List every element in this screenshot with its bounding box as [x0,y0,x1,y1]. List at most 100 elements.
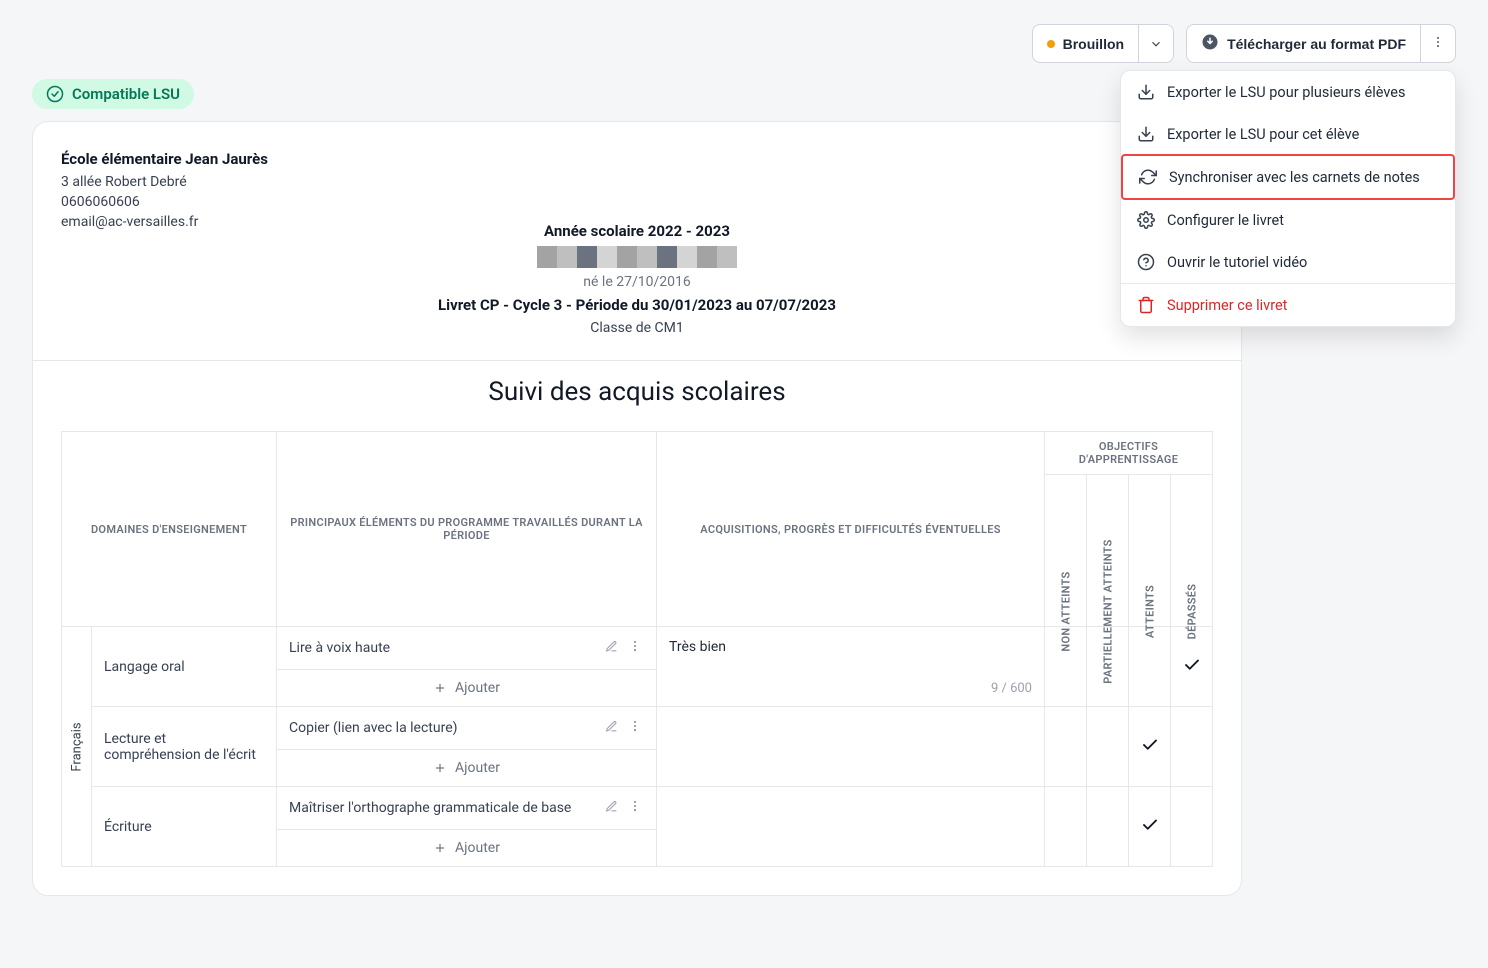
domain-label: Français [62,627,92,867]
add-element-button[interactable]: Ajouter [277,750,656,786]
lsu-badge: Compatible LSU [32,79,194,109]
obj-cell-3[interactable] [1129,787,1171,867]
download-pdf-button[interactable]: Télécharger au format PDF [1186,24,1421,63]
actions-dropdown: Exporter le LSU pour plusieurs élèves Ex… [1120,70,1456,327]
trash-icon [1137,296,1155,314]
char-count: 9 / 600 [991,681,1032,696]
separator [33,360,1241,361]
status-label: Brouillon [1063,36,1124,52]
element-item[interactable]: Maîtriser l'orthographe grammaticale de … [277,787,656,830]
skills-table: DOMAINES D'ENSEIGNEMENT PRINCIPAUX ÉLÉME… [61,431,1213,867]
col-objectives-header: OBJECTIFS D'APPRENTISSAGE [1045,432,1213,475]
dots-vertical-icon [1431,35,1445,52]
obj-cell-1[interactable] [1045,787,1087,867]
menu-label: Supprimer ce livret [1167,297,1287,314]
obj-cell-4[interactable] [1171,707,1213,787]
menu-label: Configurer le livret [1167,212,1284,229]
more-actions-button[interactable] [1421,24,1456,63]
section-title: Suivi des acquis scolaires [33,377,1241,407]
edit-icon[interactable] [603,638,620,659]
col-obj-1: NON ATTEINTS [1045,475,1087,627]
add-label: Ajouter [455,680,500,696]
element-item[interactable]: Lire à voix haute [277,627,656,670]
student-name-redacted [537,246,737,268]
check-icon [1141,822,1159,838]
report-card: École élémentaire Jean Jaurès 3 allée Ro… [32,121,1242,896]
plus-icon [433,841,447,855]
menu-label: Synchroniser avec les carnets de notes [1169,169,1420,186]
menu-label: Exporter le LSU pour cet élève [1167,126,1359,143]
add-element-button[interactable]: Ajouter [277,670,656,706]
help-icon [1137,253,1155,271]
acquisitions-cell[interactable] [657,787,1045,867]
menu-sync-notebooks[interactable]: Synchroniser avec les carnets de notes [1121,154,1455,200]
school-year: Année scolaire 2022 - 2023 [33,222,1241,240]
obj-cell-2[interactable] [1087,707,1129,787]
menu-delete[interactable]: Supprimer ce livret [1121,284,1455,326]
element-text: Lire à voix haute [289,640,603,656]
report-header: Année scolaire 2022 - 2023 né le 27/10/2… [33,222,1241,336]
subdomain-label: Langage oral [92,627,277,707]
add-label: Ajouter [455,760,500,776]
acquisitions-cell[interactable]: Très bien 9 / 600 [657,627,1045,707]
download-icon [1137,83,1155,101]
col-obj-2: PARTIELLEMENT ATTEINTS [1087,475,1129,627]
elements-cell: Maîtriser l'orthographe grammaticale de … [277,787,657,867]
element-item[interactable]: Copier (lien avec la lecture) [277,707,656,750]
element-text: Copier (lien avec la lecture) [289,720,603,736]
check-circle-icon [46,85,64,103]
badge-label: Compatible LSU [72,85,180,103]
subdomain-label: Écriture [92,787,277,867]
dots-vertical-icon[interactable] [626,637,644,659]
download-label: Télécharger au format PDF [1227,36,1406,52]
dots-vertical-icon[interactable] [626,717,644,739]
acquisition-text: Très bien [669,639,726,655]
plus-icon [433,681,447,695]
menu-tutorial[interactable]: Ouvrir le tutoriel vidéo [1121,241,1455,283]
menu-export-lsu-single[interactable]: Exporter le LSU pour cet élève [1121,113,1455,155]
table-row: Français Langage oral Lire à voix haute [62,627,1213,707]
element-text: Maîtriser l'orthographe grammaticale de … [289,800,603,816]
menu-export-lsu-multiple[interactable]: Exporter le LSU pour plusieurs élèves [1121,71,1455,113]
student-dob: né le 27/10/2016 [33,274,1241,290]
col-obj-4: DÉPASSÉS [1171,475,1213,627]
acquisitions-cell[interactable] [657,707,1045,787]
classe: Classe de CM1 [33,320,1241,336]
refresh-icon [1139,168,1157,186]
elements-cell: Copier (lien avec la lecture) Ajouter [277,707,657,787]
school-address: 3 allée Robert Debré [61,174,1213,190]
plus-icon [433,761,447,775]
col-domains: DOMAINES D'ENSEIGNEMENT [62,432,277,627]
add-element-button[interactable]: Ajouter [277,830,656,866]
col-elements: PRINCIPAUX ÉLÉMENTS DU PROGRAMME TRAVAIL… [277,432,657,627]
obj-cell-1[interactable] [1045,707,1087,787]
menu-configure[interactable]: Configurer le livret [1121,199,1455,241]
school-phone: 0606060606 [61,194,1213,210]
elements-cell: Lire à voix haute Ajouter [277,627,657,707]
col-obj-3: ATTEINTS [1129,475,1171,627]
obj-cell-2[interactable] [1087,787,1129,867]
add-label: Ajouter [455,840,500,856]
download-icon [1137,125,1155,143]
obj-cell-4[interactable] [1171,787,1213,867]
table-row: Lecture et compréhension de l'écrit Copi… [62,707,1213,787]
chevron-down-icon [1149,37,1163,51]
menu-label: Ouvrir le tutoriel vidéo [1167,254,1307,271]
gear-icon [1137,211,1155,229]
dots-vertical-icon[interactable] [626,797,644,819]
obj-cell-3[interactable] [1129,707,1171,787]
table-row: Écriture Maîtriser l'orthographe grammat… [62,787,1213,867]
edit-icon[interactable] [603,798,620,819]
status-dropdown-button[interactable] [1139,24,1174,63]
toolbar: Brouillon Télécharger au format PDF [32,24,1456,63]
subdomain-label: Lecture et compréhension de l'écrit [92,707,277,787]
download-circle-icon [1201,33,1219,54]
edit-icon[interactable] [603,718,620,739]
status-dot-icon [1047,40,1055,48]
menu-label: Exporter le LSU pour plusieurs élèves [1167,84,1405,101]
col-acquisitions: ACQUISITIONS, PROGRÈS ET DIFFICULTÉS ÉVE… [657,432,1045,627]
status-button[interactable]: Brouillon [1032,24,1139,63]
school-name: École élémentaire Jean Jaurès [61,150,1213,168]
check-icon [1183,662,1201,678]
obj-cell-3[interactable] [1129,627,1171,707]
